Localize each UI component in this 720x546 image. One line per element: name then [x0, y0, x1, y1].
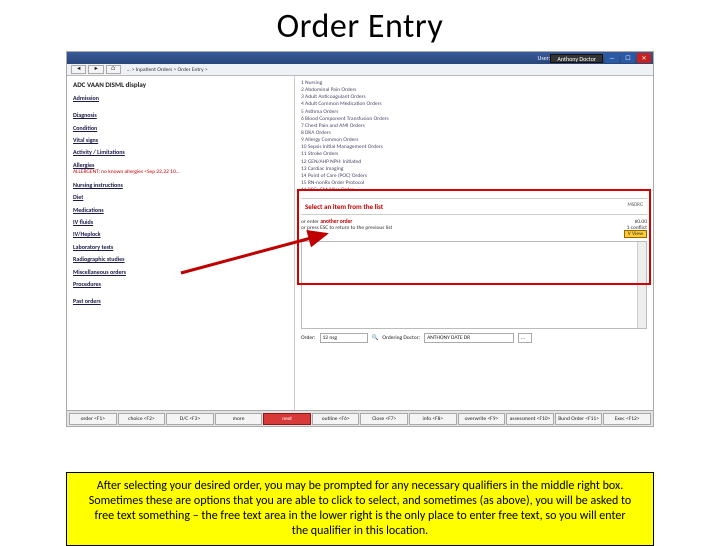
- hint-text-2: or press ESC to return to the previous l…: [301, 225, 392, 231]
- page-title: Order Entry: [0, 6, 720, 47]
- footer-btn-assessment[interactable]: assessment <F10>: [506, 413, 554, 425]
- sidebar-header: ADC VAAN DISML display: [73, 80, 288, 90]
- prompt-hint: or enter another order or press ESC to r…: [301, 219, 647, 237]
- footer-btn-outline[interactable]: outline <F6>: [312, 413, 360, 425]
- list-item[interactable]: 9 Allergy Common Orders: [301, 137, 647, 144]
- list-item[interactable]: 12 GEN/AHP NPH: Initiated: [301, 159, 647, 166]
- nav-home-button[interactable]: ⌂: [106, 65, 121, 74]
- sidebar-item-ivheplock[interactable]: IV/Heplock: [73, 230, 288, 238]
- sidebar-item-nursing[interactable]: Nursing instructions: [73, 181, 288, 189]
- list-item[interactable]: 6 Blood Component Transfusion Orders: [301, 116, 647, 123]
- lookup-icon[interactable]: 🔍: [372, 335, 379, 341]
- application-window: User: Anthony Doctor — ☐ ✕ ◄ ► ⌂ … > Inp…: [66, 51, 654, 427]
- prompt-code: MSDRG: [628, 202, 643, 211]
- footer-btn-next[interactable]: next: [263, 413, 311, 425]
- prompt-box: Select an item from the list MSDRG: [301, 198, 647, 215]
- maximize-button[interactable]: ☐: [621, 53, 635, 63]
- sidebar-item-allergies[interactable]: Allergies: [73, 161, 288, 169]
- sidebar-item-radiology[interactable]: Radiographic studies: [73, 255, 288, 263]
- sidebar-item-procedures[interactable]: Procedures: [73, 280, 288, 288]
- list-item[interactable]: 16 RSG: GM-Misc Order: [301, 187, 647, 194]
- toolbar: ◄ ► ⌂ … > Inpatient Orders > Order Entry…: [67, 64, 653, 76]
- user-label: User:: [538, 54, 551, 62]
- list-item[interactable]: 10 Sepsis Initial Management Orders: [301, 144, 647, 151]
- prompt-message: Select an item from the list: [305, 202, 383, 211]
- nav-back-button[interactable]: ◄: [71, 65, 86, 74]
- order-label: Order:: [301, 335, 316, 341]
- sidebar-item-pastorders[interactable]: Past orders: [73, 297, 288, 305]
- footer-btn-bundorder[interactable]: Bund Order <F11>: [555, 413, 603, 425]
- list-item[interactable]: 13 Cardiac Imaging: [301, 166, 647, 173]
- footer-toolbar: order <F1> choice <F2> D/C <F3> more nex…: [67, 410, 653, 426]
- footer-btn-exec[interactable]: Exec <F12>: [603, 413, 651, 425]
- scrollbar[interactable]: [637, 242, 646, 328]
- doctor-input[interactable]: ANTHONY DATE DR: [424, 333, 514, 343]
- sidebar-item-diet[interactable]: Diet: [73, 193, 288, 201]
- sidebar-item-diagnosis[interactable]: Diagnosis: [73, 111, 288, 119]
- list-item[interactable]: 4 Adult Common Medication Orders: [301, 101, 647, 108]
- sidebar-item-ivfluids[interactable]: IV fluids: [73, 218, 288, 226]
- footer-btn-order[interactable]: order <F1>: [69, 413, 117, 425]
- sidebar-item-lab[interactable]: Laboratory tests: [73, 243, 288, 251]
- sidebar-item-misc[interactable]: Miscellaneous orders: [73, 268, 288, 276]
- footer-btn-dc[interactable]: D/C <F3>: [166, 413, 214, 425]
- sidebar-item-condition[interactable]: Condition: [73, 124, 288, 132]
- free-text-input[interactable]: [302, 242, 637, 328]
- list-item[interactable]: 14 Point of Care (POC) Orders: [301, 173, 647, 180]
- list-item[interactable]: 1 Nursing: [301, 80, 647, 87]
- order-list: 1 Nursing 2 Abdominal Pain Orders 3 Adul…: [295, 76, 653, 198]
- sidebar: ADC VAAN DISML display Admission Diagnos…: [67, 76, 295, 410]
- breadcrumb: … > Inpatient Orders > Order Entry >: [127, 67, 208, 73]
- list-item[interactable]: 11 Stroke Orders: [301, 151, 647, 158]
- window-titlebar: User: Anthony Doctor — ☐ ✕: [67, 52, 653, 64]
- footer-btn-info[interactable]: info <F8>: [409, 413, 457, 425]
- sidebar-item-vitals[interactable]: Vital signs: [73, 136, 288, 144]
- free-text-area[interactable]: [301, 241, 647, 329]
- sidebar-item-activity[interactable]: Activity / Limitations: [73, 148, 288, 156]
- footer-btn-overwrite[interactable]: overwrite <F9>: [458, 413, 506, 425]
- doctor-lookup-button[interactable]: …: [518, 333, 532, 343]
- order-entry-bar: Order: 12 nsg 🔍 Ordering Doctor: ANTHONY…: [301, 333, 647, 343]
- footer-btn-close[interactable]: Close <F7>: [360, 413, 408, 425]
- list-item[interactable]: 7 Chest Pain and AMI Orders: [301, 123, 647, 130]
- caption-box: After selecting your desired order, you …: [66, 472, 654, 546]
- list-item[interactable]: 5 Asthma Orders: [301, 109, 647, 116]
- doctor-label: Ordering Doctor:: [382, 335, 420, 341]
- view-button[interactable]: V View: [624, 230, 647, 238]
- footer-btn-choice[interactable]: choice <F2>: [118, 413, 166, 425]
- nav-fwd-button[interactable]: ►: [88, 65, 103, 74]
- footer-btn-more[interactable]: more: [215, 413, 263, 425]
- allergy-summary: ALLERGENT: no known allergies <Sep 22,22…: [73, 169, 288, 177]
- list-item[interactable]: 2 Abdominal Pain Orders: [301, 87, 647, 94]
- order-input[interactable]: 12 nsg: [320, 333, 368, 343]
- sidebar-item-medications[interactable]: Medications: [73, 206, 288, 214]
- main-panel: 1 Nursing 2 Abdominal Pain Orders 3 Adul…: [295, 76, 653, 410]
- close-button[interactable]: ✕: [637, 53, 651, 63]
- user-name: Anthony Doctor: [550, 54, 603, 63]
- list-item[interactable]: 8 DKA Orders: [301, 130, 647, 137]
- minimize-button[interactable]: —: [605, 53, 619, 63]
- sidebar-item-admission[interactable]: Admission: [73, 94, 288, 102]
- list-item[interactable]: 3 Adult Anticoagulant Orders: [301, 94, 647, 101]
- list-item[interactable]: 15 RN-nonRx Order Protocol: [301, 180, 647, 187]
